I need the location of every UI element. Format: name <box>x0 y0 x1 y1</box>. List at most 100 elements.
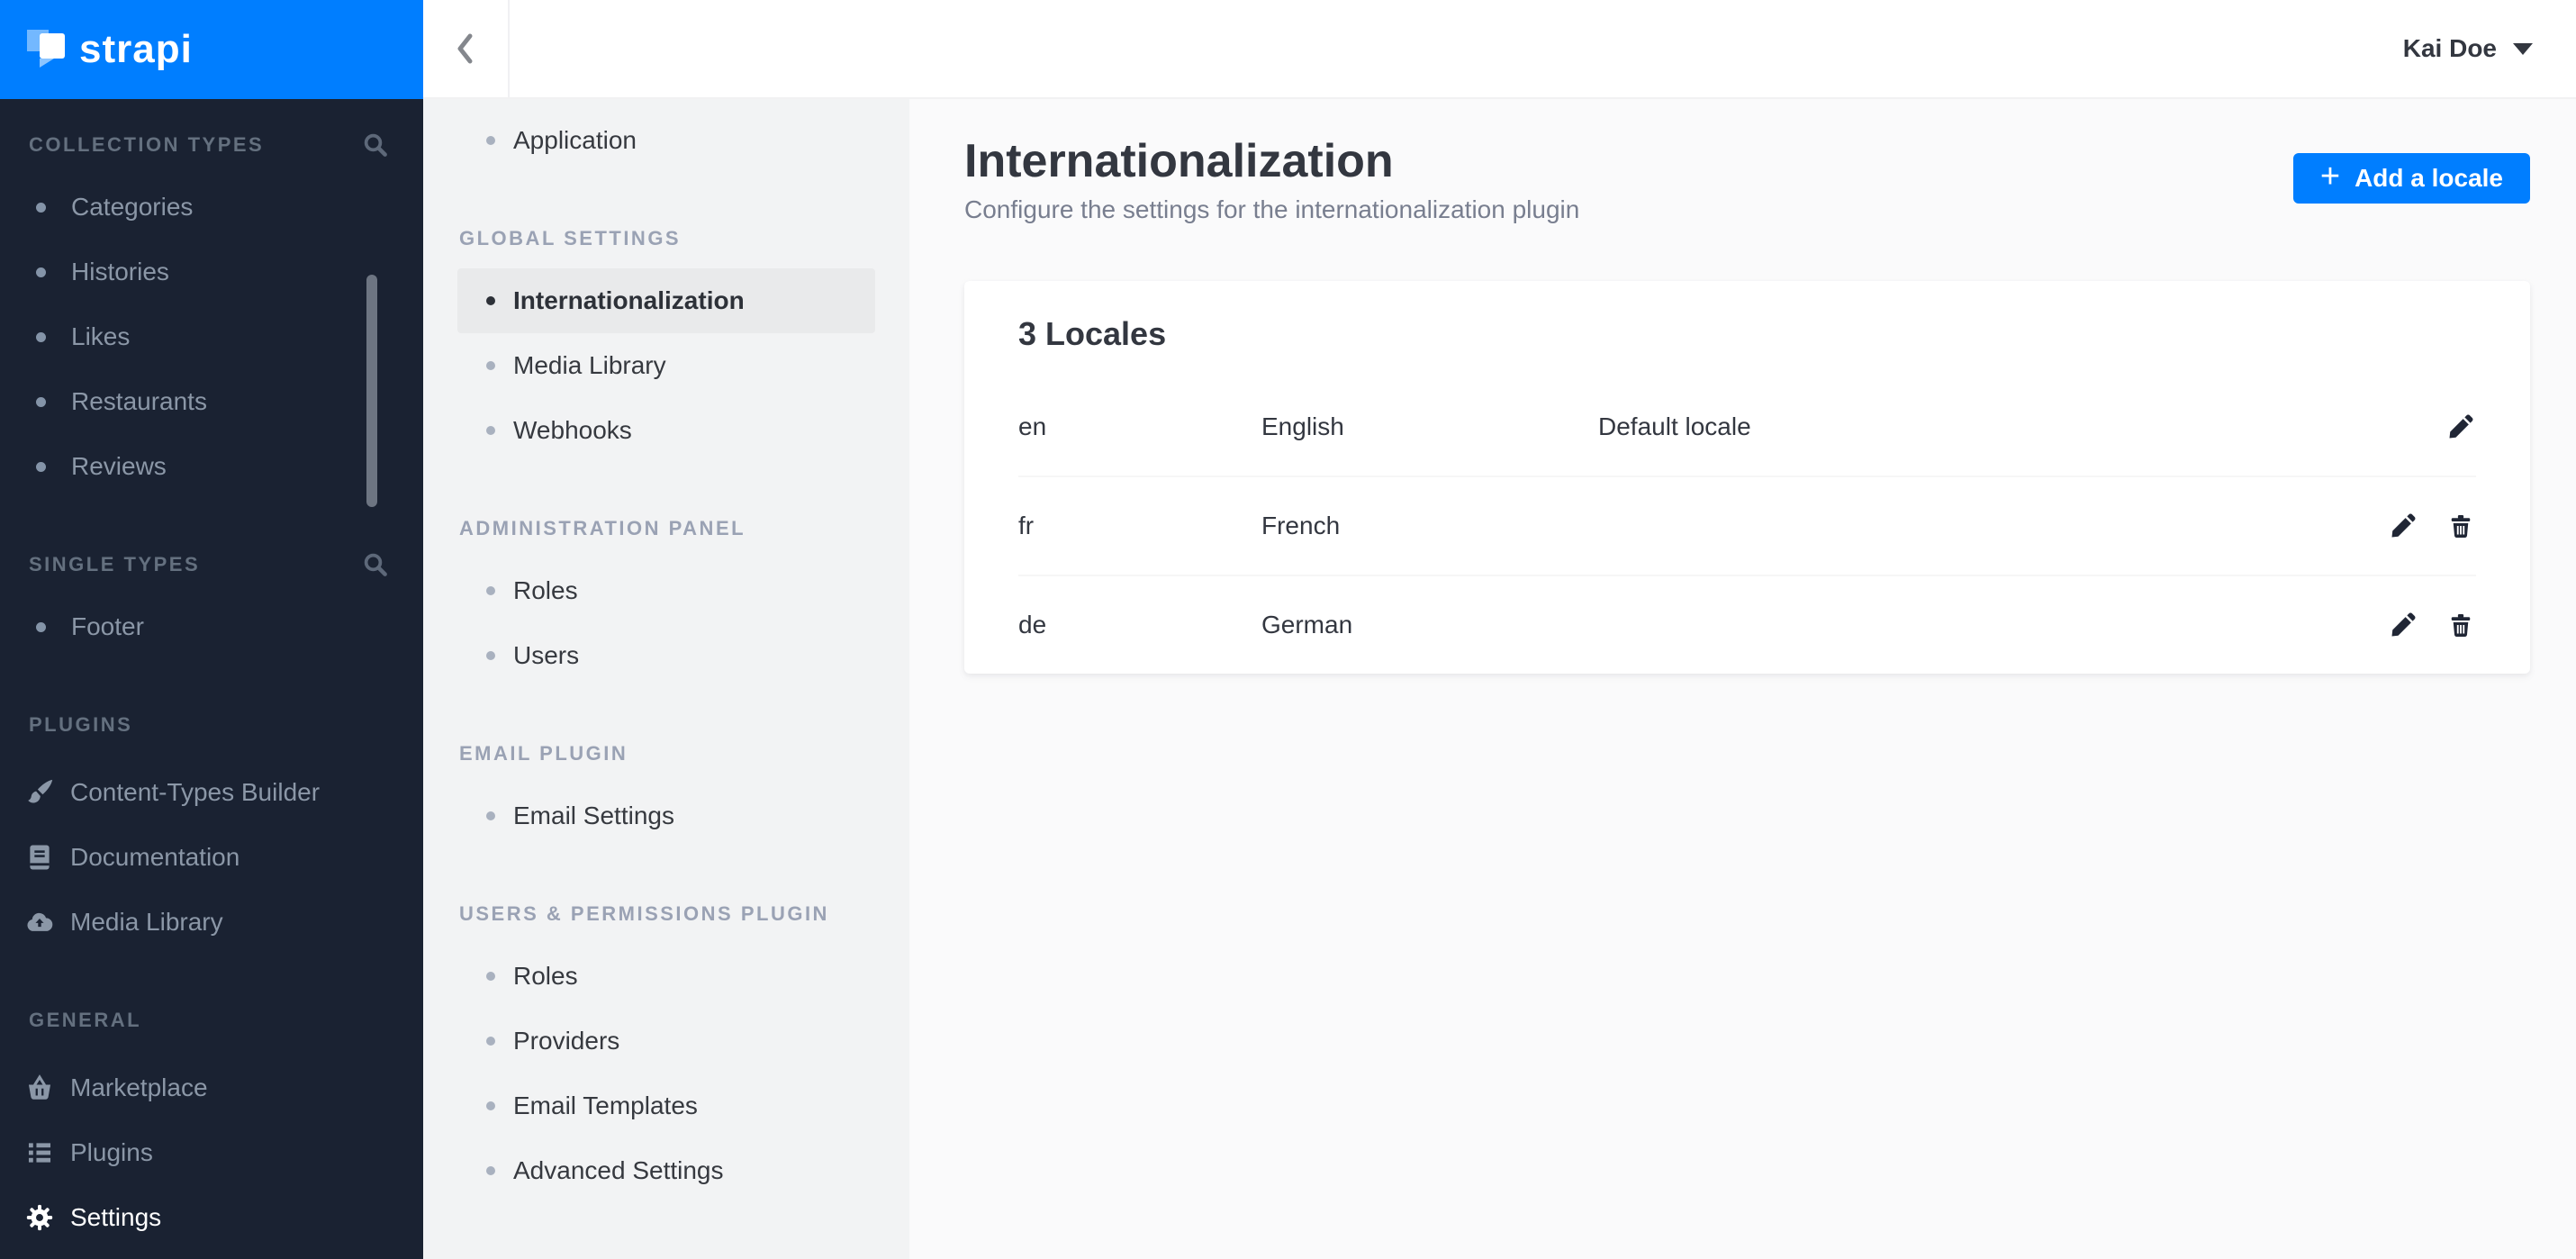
settings-nav-item-advanced-settings[interactable]: Advanced Settings <box>457 1138 875 1203</box>
locales-card: 3 Locales en English Default locale fr F… <box>964 281 2530 674</box>
sidebar-item-settings[interactable]: Settings <box>0 1185 423 1250</box>
gear-icon <box>23 1201 56 1234</box>
sidebar-scrollbar[interactable] <box>366 275 377 507</box>
settings-nav-item-label: Application <box>513 126 637 154</box>
settings-section-header: GLOBAL SETTINGS <box>459 227 682 249</box>
main-content: Internationalization Configure the setti… <box>909 99 2576 1259</box>
bullet-icon <box>486 136 495 145</box>
edit-locale-button[interactable] <box>2388 610 2418 640</box>
locale-row-fr[interactable]: fr French <box>964 477 2530 575</box>
search-icon <box>364 553 387 576</box>
locale-name: French <box>1261 512 1341 539</box>
section-label: GENERAL <box>29 1009 142 1031</box>
locale-code: de <box>1018 611 1047 639</box>
locale-name: German <box>1261 611 1353 639</box>
edit-locale-button[interactable] <box>2388 511 2418 541</box>
sidebar-item-media-library[interactable]: Media Library <box>0 890 423 955</box>
sidebar-item-footer[interactable]: Footer <box>0 594 423 659</box>
settings-section-global-settings: GLOBAL SETTINGS Internationalization Med… <box>423 218 909 463</box>
settings-section-administration-panel: ADMINISTRATION PANEL Roles Users <box>423 508 909 688</box>
settings-nav-item-label: Internationalization <box>513 286 745 314</box>
section-label: PLUGINS <box>29 713 133 736</box>
settings-nav-item-up-roles[interactable]: Roles <box>457 944 875 1009</box>
settings-nav-item-admin-roles[interactable]: Roles <box>457 558 875 623</box>
list-icon <box>23 1137 56 1169</box>
settings-nav-item-application[interactable]: Application <box>457 108 875 173</box>
locales-card-title: 3 Locales <box>1018 315 1167 352</box>
bullet-icon <box>36 396 46 407</box>
section-header: SINGLE TYPES <box>0 544 423 585</box>
sidebar-item-label: Media Library <box>70 908 223 936</box>
bullet-icon <box>36 202 46 213</box>
bullet-icon <box>486 361 495 370</box>
sidebar-item-restaurants[interactable]: Restaurants <box>0 369 423 434</box>
add-locale-button[interactable]: + Add a locale <box>2292 153 2530 204</box>
section-header: GENERAL <box>0 1000 423 1041</box>
settings-nav-item-label: Media Library <box>513 351 666 379</box>
collection-types-search-button[interactable] <box>362 131 389 159</box>
settings-nav-item-label: Providers <box>513 1027 620 1055</box>
pencil-icon <box>2391 513 2416 538</box>
sidebar-item-label: Restaurants <box>71 387 207 415</box>
sidebar-item-reviews[interactable]: Reviews <box>0 434 423 499</box>
cloud-upload-icon <box>23 906 56 938</box>
locale-row-en[interactable]: en English Default locale <box>964 378 2530 476</box>
bullet-icon <box>486 426 495 435</box>
plus-icon: + <box>2319 158 2341 195</box>
strapi-logo[interactable]: strapi <box>0 0 423 99</box>
book-icon <box>23 841 56 874</box>
topbar: Kai Doe <box>423 0 2576 99</box>
locale-code: en <box>1018 412 1047 440</box>
section-single-types: SINGLE TYPES Footer <box>0 544 423 659</box>
sidebar-item-label: Content-Types Builder <box>70 778 321 806</box>
settings-nav: Application GLOBAL SETTINGS Internationa… <box>423 99 909 1259</box>
settings-nav-item-providers[interactable]: Providers <box>457 1009 875 1073</box>
settings-nav-item-label: Advanced Settings <box>513 1156 724 1184</box>
sidebar-item-documentation[interactable]: Documentation <box>0 825 423 890</box>
sidebar-item-marketplace[interactable]: Marketplace <box>0 1055 423 1120</box>
delete-locale-button[interactable] <box>2445 610 2476 640</box>
main-sidebar: strapi COLLECTION TYPES Categories Histo… <box>0 0 423 1259</box>
settings-nav-item-internationalization[interactable]: Internationalization <box>457 268 875 333</box>
user-menu-button[interactable]: Kai Doe <box>2403 0 2533 97</box>
settings-section-users-permissions-plugin: USERS & PERMISSIONS PLUGIN Roles Provide… <box>423 893 909 1203</box>
settings-nav-item-admin-users[interactable]: Users <box>457 623 875 688</box>
locale-row-de[interactable]: de German <box>964 576 2530 674</box>
delete-locale-button[interactable] <box>2445 511 2476 541</box>
section-label: COLLECTION TYPES <box>29 133 265 156</box>
bullet-icon <box>486 296 495 305</box>
section-label: SINGLE TYPES <box>29 553 201 575</box>
settings-nav-item-email-templates[interactable]: Email Templates <box>457 1073 875 1138</box>
edit-locale-button[interactable] <box>2445 412 2476 442</box>
settings-section-header: ADMINISTRATION PANEL <box>459 517 746 539</box>
bullet-icon <box>36 621 46 632</box>
settings-section-header: EMAIL PLUGIN <box>459 742 628 765</box>
search-icon <box>364 133 387 157</box>
section-header: PLUGINS <box>0 704 423 746</box>
settings-nav-item-label: Email Templates <box>513 1091 698 1119</box>
settings-nav-item-webhooks[interactable]: Webhooks <box>457 398 875 463</box>
sidebar-item-label: Reviews <box>71 452 167 480</box>
settings-nav-item-label: Roles <box>513 962 578 990</box>
settings-nav-item-email-settings[interactable]: Email Settings <box>457 783 875 848</box>
settings-nav-item-label: Users <box>513 641 580 669</box>
sidebar-item-label: Likes <box>71 322 131 350</box>
sidebar-item-categories[interactable]: Categories <box>0 175 423 240</box>
brand-name: strapi <box>79 27 193 71</box>
sidebar-item-likes[interactable]: Likes <box>0 304 423 369</box>
user-name: Kai Doe <box>2402 34 2497 62</box>
settings-nav-item-media-library[interactable]: Media Library <box>457 333 875 398</box>
pencil-icon <box>2391 612 2416 637</box>
section-header: COLLECTION TYPES <box>0 124 423 166</box>
sidebar-item-histories[interactable]: Histories <box>0 240 423 304</box>
bullet-icon <box>36 267 46 277</box>
bullet-icon <box>486 1166 495 1175</box>
sidebar-item-plugins[interactable]: Plugins <box>0 1120 423 1185</box>
sidebar-item-content-types-builder[interactable]: Content-Types Builder <box>0 760 423 825</box>
caret-down-icon <box>2513 42 2533 55</box>
back-button[interactable] <box>423 0 510 97</box>
single-types-search-button[interactable] <box>362 551 389 578</box>
section-plugins: PLUGINS Content-Types Builder Documentat… <box>0 704 423 955</box>
locale-note: Default locale <box>1598 412 1751 440</box>
settings-nav-item-label: Email Settings <box>513 802 674 829</box>
